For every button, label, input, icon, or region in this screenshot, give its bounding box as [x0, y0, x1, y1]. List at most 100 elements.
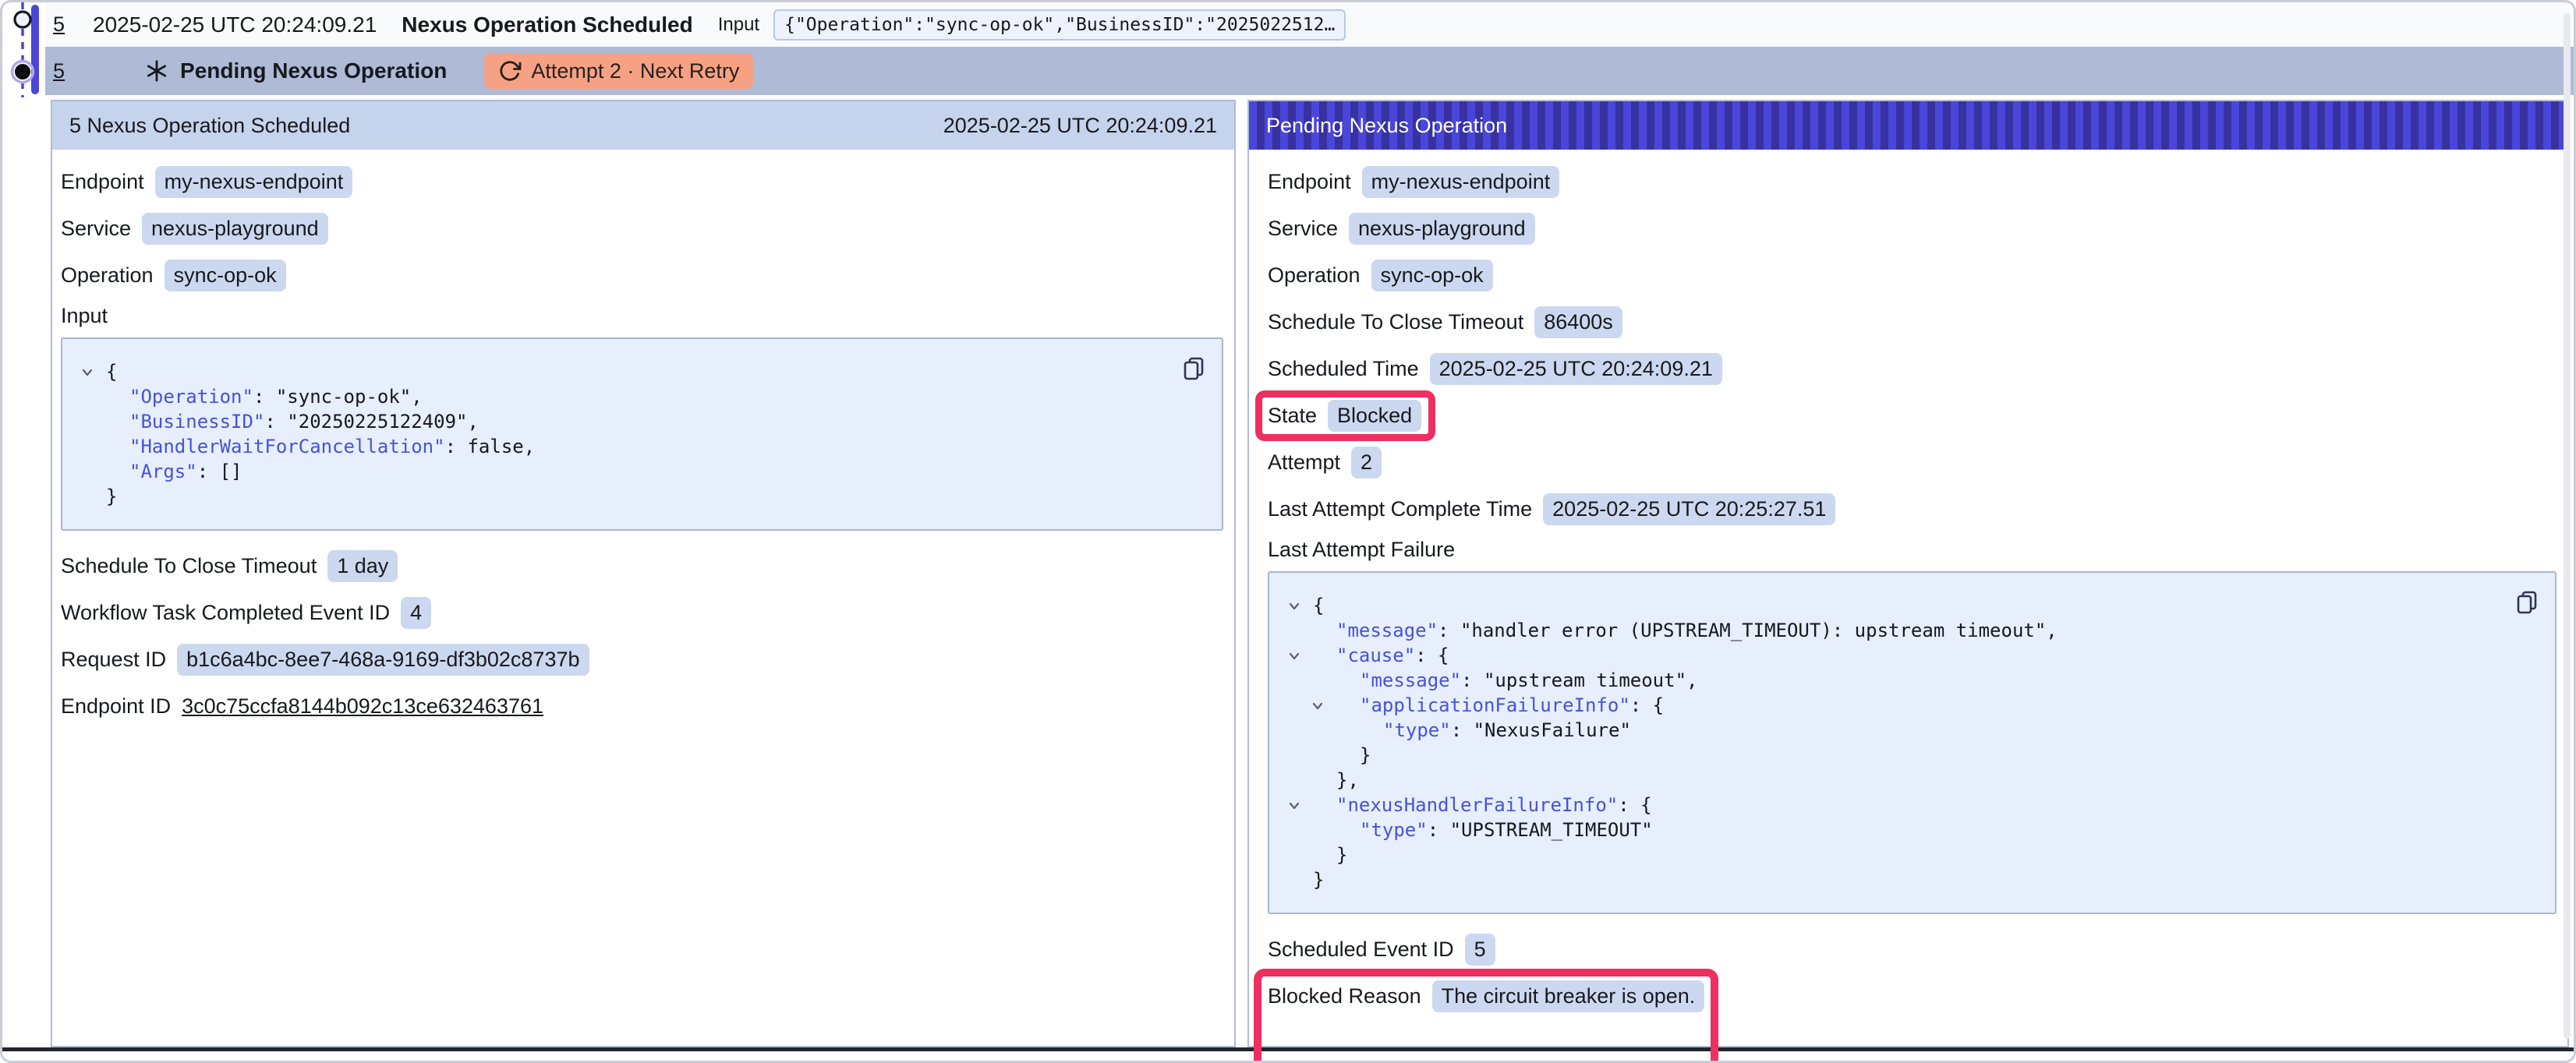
json-text: : { [1415, 645, 1449, 666]
field-value-badge: 5 [1465, 934, 1495, 966]
field-row: Workflow Task Completed Event ID4 [61, 597, 431, 629]
field-row: Operationsync-op-ok [1268, 260, 1493, 291]
field-value-badge: 1 day [327, 550, 398, 582]
field: Servicenexus-playground [61, 210, 1223, 246]
event-row-pending[interactable]: 5 Pending Nexus Operation Atte [45, 47, 2575, 95]
field: Endpoint ID3c0c75ccfa8144b092c13ce632463… [61, 688, 1223, 724]
json-text: : "sync-op-ok", [253, 386, 423, 408]
field-value-badge: 2025-02-25 UTC 20:24:09.21 [1430, 353, 1722, 385]
field: Servicenexus-playground [1268, 210, 2557, 246]
field: Schedule To Close Timeout 86400s [1268, 304, 2557, 340]
field-value-badge: b1c6a4bc-8ee7-468a-9169-df3b02c8737b [177, 644, 589, 676]
event-detail-panels: 5 Nexus Operation Scheduled 2025-02-25 U… [51, 100, 2569, 1047]
window-bottom-edge [2, 1047, 2574, 1051]
field-value-badge: my-nexus-endpoint [155, 166, 353, 198]
json-key: "HandlerWaitForCancellation" [129, 436, 445, 457]
field-label: Workflow Task Completed Event ID [61, 601, 390, 625]
json-text: : false, [445, 436, 536, 457]
field-value-badge: Blocked [1328, 400, 1421, 432]
field-value-badge: The circuit breaker is open. [1432, 980, 1705, 1012]
json-line: "BusinessID": "20250225122409", [80, 409, 1205, 434]
json-key: "cause" [1336, 645, 1415, 666]
json-key: "applicationFailureInfo" [1360, 694, 1630, 716]
field-value-badge: my-nexus-endpoint [1362, 166, 1560, 198]
json-line: "Args": [] [80, 459, 1205, 484]
field-label: Last Attempt Failure [1268, 538, 2557, 562]
pending-panel-body: Endpoint my-nexus-endpoint Servicenexus-pl… [1249, 150, 2567, 1014]
field-row: Request ID b1c6a4bc-8ee7-468a-9169-df3b02… [61, 644, 589, 676]
filled-dot-icon [15, 64, 30, 79]
open-circle-icon [15, 12, 30, 27]
json-text: : "handler error (UPSTREAM_TIMEOUT): ups… [1438, 620, 2058, 641]
json-text: }, [1336, 769, 1359, 791]
field-value-badge: 86400s [1534, 306, 1622, 338]
field: Schedule To Close Timeout 1 day [61, 548, 1223, 584]
field-row: Scheduled Time2025-02-25 UTC 20:24:09.21 [1268, 353, 1722, 385]
json-line: { [80, 359, 1205, 384]
field-row: Schedule To Close Timeout 1 day [61, 550, 398, 582]
json-text: : "upstream timeout", [1461, 669, 1697, 691]
json-text: : "UPSTREAM_TIMEOUT" [1428, 819, 1653, 841]
timeline-selection-bar [31, 5, 39, 94]
input-preview-chip[interactable]: {"Operation":"sync-op-ok","BusinessID":"… [773, 9, 1346, 41]
pending-panel-header: Pending Nexus Operation [1249, 101, 2567, 150]
field-label: Input [61, 304, 1223, 328]
field-row: Scheduled Event ID5 [1268, 934, 1495, 966]
field: Endpoint my-nexus-endpoint [1268, 164, 2557, 200]
json-viewer: {"Operation": "sync-op-ok","BusinessID":… [61, 337, 1223, 531]
json-viewer: { "message": "handler error (UPSTREAM_TIM… [1268, 571, 2557, 914]
field-label: Blocked Reason [1268, 984, 1421, 1008]
event-id-link[interactable]: 5 [53, 59, 65, 83]
event-title: Nexus Operation Scheduled [402, 12, 692, 37]
field-label: Request ID [61, 648, 166, 672]
json-text: { [1313, 595, 1324, 616]
json-text: } [1313, 869, 1324, 891]
json-line: "Operation": "sync-op-ok", [80, 384, 1205, 409]
field: Endpointmy-nexus-endpoint [61, 164, 1223, 200]
json-key: "nexusHandlerFailureInfo" [1336, 794, 1618, 816]
field-label: Schedule To Close Timeout [1268, 310, 1523, 334]
field-label: Operation [1268, 263, 1361, 288]
json-line: } [1286, 842, 2538, 867]
panel-title: Pending Nexus Operation [1266, 114, 1507, 138]
json-text: } [106, 486, 117, 507]
field-value-badge: sync-op-ok [165, 260, 286, 291]
json-line: }, [1286, 768, 2538, 793]
field-label: Service [1268, 217, 1338, 241]
json-text: : { [1630, 694, 1664, 716]
event-row-scheduled[interactable]: 5 2025-02-25 UTC 20:24:09.21 Nexus Opera… [45, 2, 2569, 47]
field-label: Service [61, 217, 131, 241]
json-key: "type" [1360, 819, 1428, 841]
field-row: Attempt2 [1268, 447, 1382, 479]
json-line: "type": "UPSTREAM_TIMEOUT" [1286, 818, 2538, 842]
scheduled-panel-header: 5 Nexus Operation Scheduled 2025-02-25 U… [52, 101, 1234, 150]
event-timestamp: 2025-02-25 UTC 20:24:09.21 [93, 12, 377, 37]
event-id-link[interactable]: 5 [53, 12, 65, 37]
field-value-link[interactable]: 3c0c75ccfa8144b092c13ce632463761 [182, 694, 543, 719]
field: Scheduled Event ID5 [1268, 931, 2557, 967]
json-key: "message" [1336, 620, 1438, 641]
vertical-scrollbar[interactable] [2564, 13, 2571, 1039]
chevron-down-icon[interactable] [1286, 648, 1302, 664]
copy-button[interactable] [2513, 588, 2541, 616]
annotated-field-row: Blocked Reason The circuit breaker is ope… [1268, 980, 1704, 1012]
field-label: Endpoint [1268, 170, 1351, 194]
json-text: : "20250225122409", [264, 411, 479, 433]
json-line: "HandlerWaitForCancellation": false, [80, 434, 1205, 459]
copy-button[interactable] [1180, 355, 1208, 383]
chevron-down-icon[interactable] [1310, 698, 1325, 714]
field-row: Endpoint my-nexus-endpoint [1268, 166, 1559, 198]
json-key: "Args" [129, 461, 197, 482]
json-line: } [1286, 743, 2538, 768]
chevron-down-icon[interactable] [1286, 798, 1302, 814]
field-label: Attempt [1268, 450, 1340, 475]
field-value-badge: 2025-02-25 UTC 20:25:27.51 [1543, 493, 1835, 525]
chevron-down-icon[interactable] [1286, 599, 1302, 614]
chevron-down-icon[interactable] [80, 365, 95, 380]
panel-timestamp: 2025-02-25 UTC 20:24:09.21 [943, 114, 1217, 138]
json-key: "Operation" [129, 386, 253, 408]
field-label: Last Attempt Complete Time [1268, 497, 1532, 521]
json-key: "type" [1383, 719, 1451, 741]
json-line: } [80, 484, 1205, 509]
field-label: Schedule To Close Timeout [61, 554, 317, 578]
